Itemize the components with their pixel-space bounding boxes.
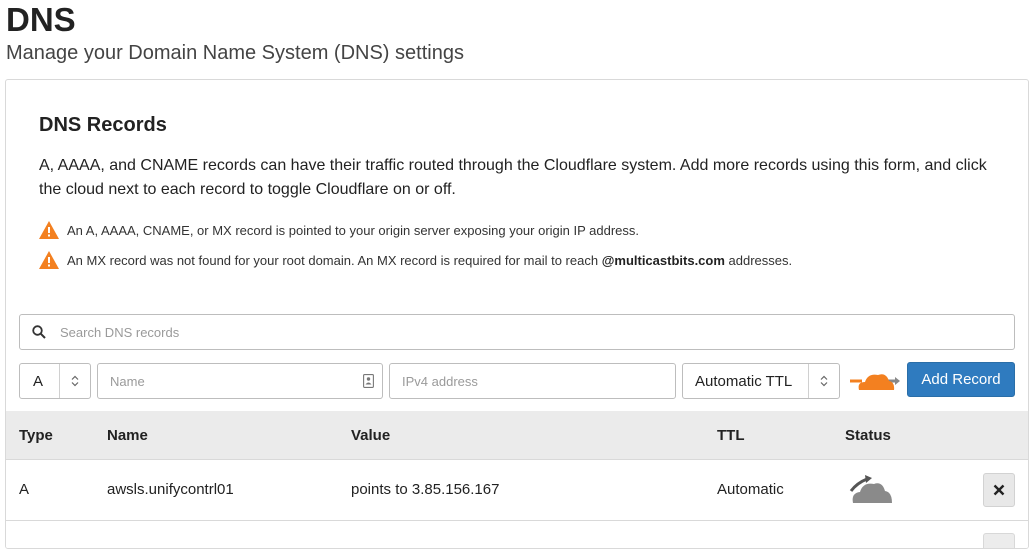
column-header-status[interactable]: Status [845,427,891,444]
column-header-name[interactable]: Name [107,427,148,444]
page-subtitle: Manage your Domain Name System (DNS) set… [6,42,464,64]
warning-triangle-icon [39,251,59,269]
dns-records-card: DNS Records A, AAAA, and CNAME records c… [5,79,1029,549]
table-header: Type Name Value TTL Status [6,411,1028,460]
ttl-stepper[interactable] [808,364,839,398]
record-type-stepper[interactable] [59,364,90,398]
column-header-value[interactable]: Value [351,427,390,444]
record-name-cell[interactable]: awsls.unifycontrl01 [107,481,234,498]
warning-triangle-icon [39,221,59,239]
record-type-select[interactable]: A [19,363,91,399]
dns-records-table: Type Name Value TTL Status A awsls.unify… [6,411,1028,548]
delete-record-button[interactable] [983,533,1015,548]
delete-record-button[interactable] [983,473,1015,507]
record-type-value: A [33,372,44,390]
search-box[interactable] [19,314,1015,350]
grey-cloud-icon[interactable] [847,473,897,505]
record-ttl-cell[interactable]: Automatic [717,481,784,498]
value-field[interactable] [389,363,676,399]
table-row: A awsls.unifycontrl01 points to 3.85.156… [6,460,1028,521]
add-record-button[interactable]: Add Record [907,362,1015,397]
chevron-updown-icon [71,375,79,387]
warning-text: An MX record was not found for your root… [67,252,793,268]
warning-exposed-origin: An A, AAAA, CNAME, or MX record is point… [39,221,639,239]
ipv4-input[interactable] [400,372,675,390]
page-title: DNS [6,1,76,38]
domain-name: @multicastbits.com [601,252,725,268]
card-description: A, AAAA, and CNAME records can have thei… [39,157,987,198]
ttl-value: Automatic TTL [695,372,793,390]
search-icon [32,325,46,339]
card-title: DNS Records [39,114,167,136]
record-type-cell[interactable]: A [19,481,29,498]
record-value-cell[interactable]: points to 3.85.156.167 [351,481,499,498]
name-input[interactable] [108,372,363,390]
close-icon [993,484,1005,496]
ttl-select[interactable]: Automatic TTL [682,363,840,399]
search-input[interactable] [58,323,1014,341]
column-header-type[interactable]: Type [19,427,53,444]
orange-cloud-icon[interactable] [848,369,902,393]
table-row [6,521,1028,548]
warning-text: An A, AAAA, CNAME, or MX record is point… [67,222,640,238]
chevron-updown-icon [820,375,828,387]
warning-missing-mx: An MX record was not found for your root… [39,251,792,269]
name-field[interactable] [97,363,383,399]
contact-card-icon [363,374,374,388]
column-header-ttl[interactable]: TTL [717,427,745,444]
